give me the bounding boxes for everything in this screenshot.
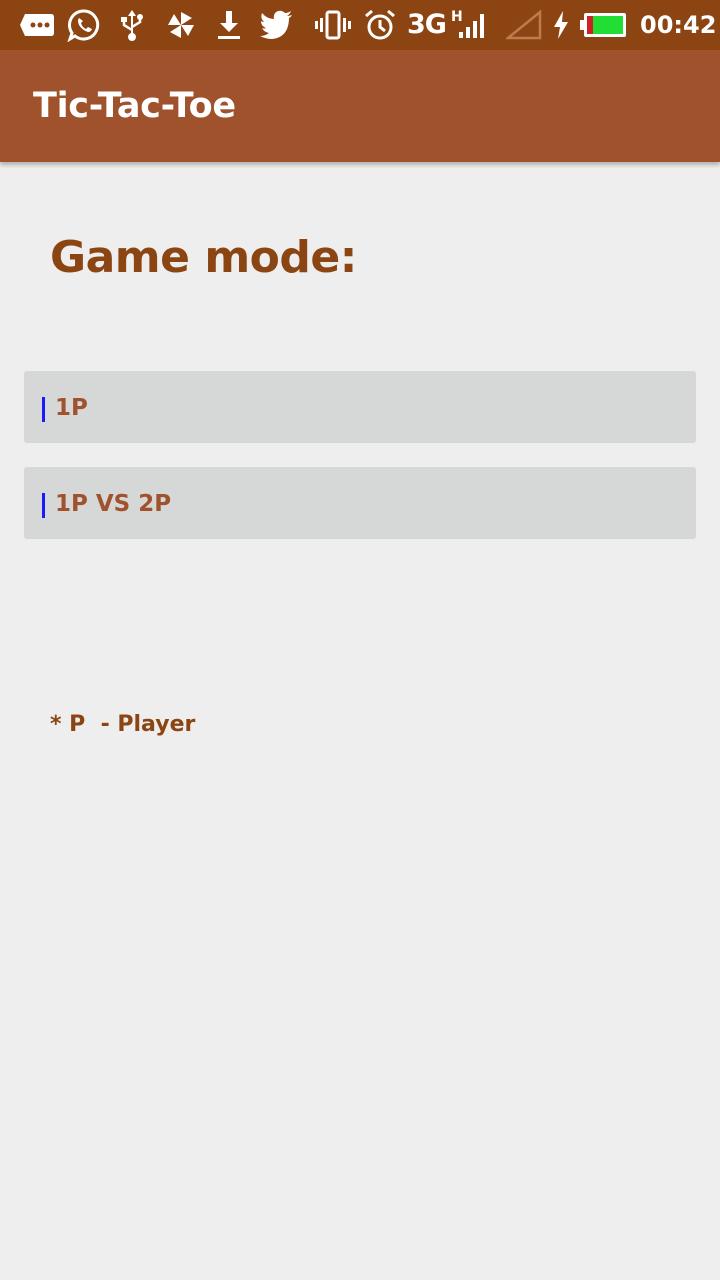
usb-icon — [118, 8, 146, 42]
download-icon — [214, 8, 244, 42]
clock: 00:42 — [640, 11, 717, 39]
player-footnote: * P - Player — [50, 712, 196, 737]
status-bar: 3G H 00:42 — [0, 0, 720, 50]
signal-icon — [456, 8, 486, 42]
battery-icon — [580, 8, 628, 42]
network-type: 3G — [407, 9, 447, 40]
pinwheel-icon — [164, 8, 198, 42]
charging-icon — [550, 8, 572, 42]
message-icon — [18, 8, 56, 42]
one-player-label: 1P — [55, 395, 88, 421]
game-mode-heading: Game mode: — [50, 232, 357, 283]
app-title: Tic-Tac-Toe — [33, 86, 236, 126]
alarm-icon — [362, 8, 398, 42]
vibrate-icon — [314, 8, 352, 42]
app-bar: Tic-Tac-Toe — [0, 50, 720, 162]
two-player-button[interactable]: 1P VS 2P — [24, 467, 696, 539]
text-cursor — [42, 397, 45, 422]
whatsapp-icon — [66, 8, 102, 42]
one-player-button[interactable]: 1P — [24, 371, 696, 443]
no-signal-icon — [506, 8, 542, 42]
twitter-icon — [258, 8, 294, 42]
two-player-label: 1P VS 2P — [55, 491, 172, 517]
text-cursor — [42, 493, 45, 518]
